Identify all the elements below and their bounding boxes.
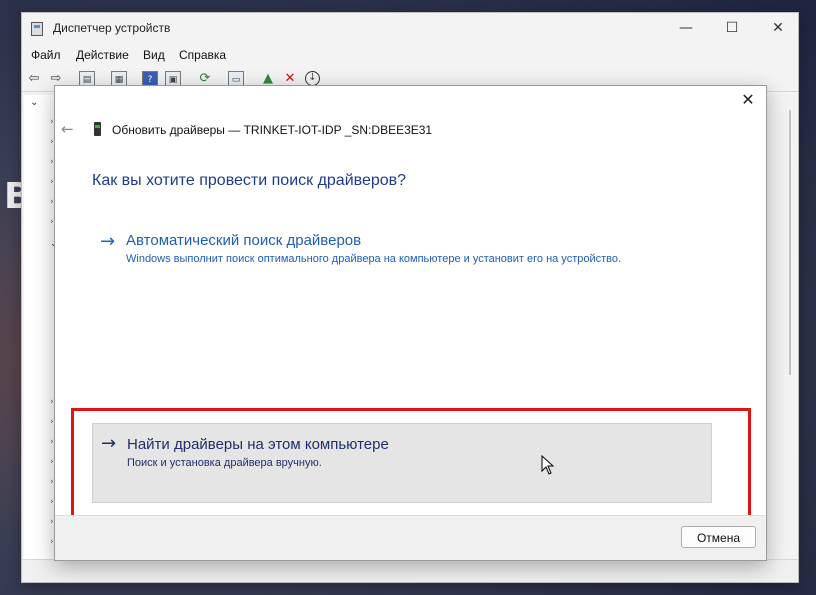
dialog-header: Обновить драйверы — TRINKET-IOT-IDP _SN:… bbox=[112, 123, 433, 137]
back-arrow-icon[interactable]: ⇦ bbox=[26, 71, 42, 87]
menu-file[interactable]: Файл bbox=[31, 48, 61, 62]
title-bar: Диспетчер устройств — ☐ ✕ bbox=[22, 13, 798, 45]
arrow-right-icon: → bbox=[100, 231, 116, 252]
expand-root-icon[interactable]: ⌄ bbox=[30, 97, 38, 108]
dialog-question: Как вы хотите провести поиск драйверов? bbox=[92, 172, 407, 189]
auto-search-option[interactable]: → Автоматический поиск драйверов Windows… bbox=[92, 229, 712, 269]
highlight-box bbox=[71, 408, 751, 518]
mouse-cursor-icon bbox=[541, 455, 555, 475]
close-dialog-button[interactable]: ✕ bbox=[738, 90, 758, 110]
close-window-button[interactable]: ✕ bbox=[755, 13, 801, 45]
update-drivers-dialog: ✕ ← Обновить драйверы — TRINKET-IOT-IDP … bbox=[54, 85, 767, 561]
scrollbar[interactable] bbox=[789, 110, 791, 375]
option-description: Windows выполнит поиск оптимального драй… bbox=[126, 253, 622, 265]
device-icon bbox=[94, 122, 101, 136]
maximize-button[interactable]: ☐ bbox=[709, 13, 755, 45]
window-title: Диспетчер устройств bbox=[53, 21, 171, 35]
cancel-button[interactable]: Отмена bbox=[681, 526, 756, 548]
scan-hardware-icon[interactable]: ↓ bbox=[305, 71, 320, 86]
menu-action[interactable]: Действие bbox=[76, 48, 129, 62]
dialog-footer: Отмена bbox=[55, 515, 766, 560]
device-manager-icon bbox=[31, 22, 43, 36]
back-button[interactable]: ← bbox=[61, 120, 74, 138]
status-bar bbox=[22, 559, 798, 582]
minimize-button[interactable]: — bbox=[663, 13, 709, 45]
menu-help[interactable]: Справка bbox=[179, 48, 226, 62]
menu-bar: Файл Действие Вид Справка bbox=[22, 45, 798, 65]
menu-view[interactable]: Вид bbox=[143, 48, 165, 62]
option-title: Автоматический поиск драйверов bbox=[126, 232, 362, 249]
